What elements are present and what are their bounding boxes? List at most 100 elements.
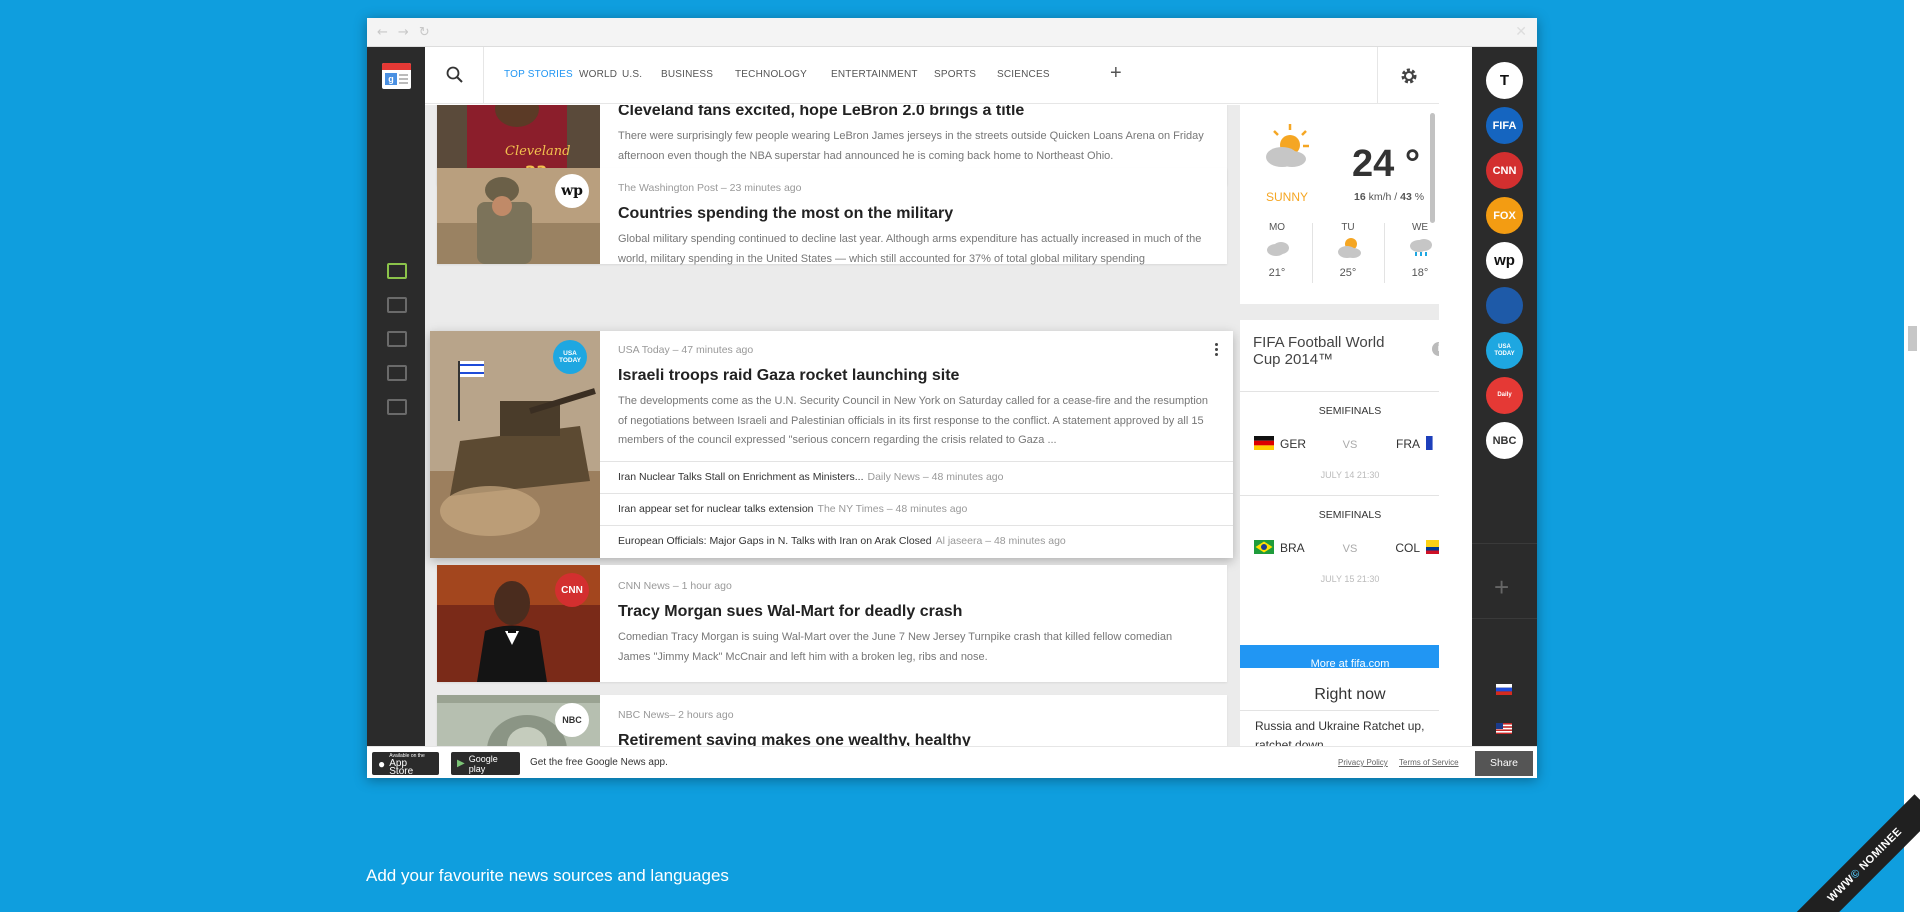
fox-icon[interactable]: FOX xyxy=(1486,197,1523,234)
google-play-button[interactable]: ▶ Google play xyxy=(451,752,520,775)
tab-business[interactable]: BUSINESS xyxy=(661,69,713,80)
widget-title: FIFA Football World Cup 2014™ xyxy=(1253,334,1385,368)
close-icon[interactable]: ✕ xyxy=(1515,24,1527,40)
promo-heading: Add your favourite news sources and lang… xyxy=(366,866,729,885)
match-card[interactable]: SEMIFINALS GER VS FRA JULY 14 21:30 xyxy=(1240,391,1439,495)
tab-top-stories[interactable]: TOP STORIES xyxy=(504,69,573,80)
comments-view-icon[interactable] xyxy=(387,365,407,381)
nominee-ribbon[interactable]: WWW© NOMINEE xyxy=(1794,794,1920,912)
tab-sports[interactable]: SPORTS xyxy=(934,69,976,80)
top-navigation: TOP STORIES WORLD U.S. BUSINESS TECHNOLO… xyxy=(425,47,1439,104)
related-source: Al jaseera – 48 minutes ago xyxy=(935,535,1066,547)
humidity: 43 xyxy=(1400,191,1412,203)
match-card[interactable]: SEMIFINALS BRA VS COL JULY 15 21:30 xyxy=(1240,495,1439,599)
related-story[interactable]: Iran Nuclear Talks Stall on Enrichment a… xyxy=(600,461,1233,493)
right-now-widget: Right now Russia and Ukraine Ratchet up,… xyxy=(1240,668,1439,746)
match-stage: SEMIFINALS xyxy=(1318,509,1382,521)
match-date: JULY 15 21:30 xyxy=(1320,574,1380,584)
sun-cloud-icon xyxy=(1266,124,1309,167)
nytimes-icon[interactable]: T xyxy=(1486,62,1523,99)
article-source: USA Today – 47 minutes ago xyxy=(618,344,754,356)
forecast-day: MO 21° xyxy=(1242,222,1312,279)
article-image: USA TODAY xyxy=(430,331,600,558)
temperature: 24 ° xyxy=(1352,143,1421,185)
tab-world[interactable]: WORLD xyxy=(579,69,617,80)
privacy-policy-link[interactable]: Privacy Policy xyxy=(1338,758,1388,767)
article-title[interactable]: Cleveland fans excited, hope LeBron 2.0 … xyxy=(618,105,1207,121)
share-button[interactable]: Share xyxy=(1475,751,1533,776)
washington-post-icon[interactable]: wp xyxy=(1486,242,1523,279)
related-title[interactable]: European Officials: Major Gaps in N. Tal… xyxy=(618,535,932,547)
related-story[interactable]: European Officials: Major Gaps in N. Tal… xyxy=(600,525,1233,557)
al-jazeera-icon[interactable] xyxy=(1486,287,1523,324)
nbc-icon[interactable]: NBC xyxy=(1486,422,1523,459)
article-source: NBC News– 2 hours ago xyxy=(618,709,734,721)
related-title[interactable]: Iran Nuclear Talks Stall on Enrichment a… xyxy=(618,471,863,483)
left-sidebar: g xyxy=(367,47,425,746)
forward-arrow-icon[interactable]: → xyxy=(398,25,409,40)
cnn-icon[interactable]: CNN xyxy=(1486,152,1523,189)
usa-today-icon[interactable]: USA TODAY xyxy=(1486,332,1523,369)
usa-today-badge-icon: USA TODAY xyxy=(553,340,587,374)
article-card[interactable]: CNN CNN News – 1 hour ago Tracy Morgan s… xyxy=(437,565,1227,682)
app-store-button[interactable]: ● Available on the App Store xyxy=(372,752,439,776)
sources-sidebar: + T FIFA CNN FOX wp USA TODAY Daily NBC xyxy=(1472,47,1537,746)
gear-icon xyxy=(1401,68,1417,84)
ribbon-suffix: NOMINEE xyxy=(1854,825,1905,876)
settings-button[interactable] xyxy=(1377,47,1439,104)
article-card-expanded[interactable]: USA TODAY USA Today – 47 minutes ago Isr… xyxy=(430,331,1233,558)
add-source-button[interactable]: + xyxy=(1494,572,1509,603)
tab-sciences[interactable]: SCIENCES xyxy=(997,69,1050,80)
match-stage: SEMIFINALS xyxy=(1318,405,1382,417)
article-card[interactable]: wp The Washington Post – 23 minutes ago … xyxy=(437,168,1227,265)
fifa-icon[interactable]: FIFA xyxy=(1486,107,1523,144)
add-tab-button[interactable]: + xyxy=(1110,62,1122,85)
google-news-logo: g xyxy=(382,63,411,89)
news-view-icon[interactable] xyxy=(387,263,407,279)
wind-speed: 16 xyxy=(1354,191,1366,203)
related-source: Daily News – 48 minutes ago xyxy=(867,471,1004,483)
browser-toolbar: ← → ↻ ✕ xyxy=(367,18,1537,47)
tab-entertainment[interactable]: ENTERTAINMENT xyxy=(831,69,918,80)
article-title[interactable]: Israeli troops raid Gaza rocket launchin… xyxy=(618,366,1213,386)
more-options-icon[interactable] xyxy=(1215,343,1219,358)
us-flag-icon[interactable] xyxy=(1496,723,1512,734)
match-date: JULY 14 21:30 xyxy=(1320,470,1380,480)
daily-news-icon[interactable]: Daily xyxy=(1486,377,1523,414)
apple-icon: ● xyxy=(378,756,386,771)
related-title[interactable]: Iran appear set for nuclear talks extens… xyxy=(618,503,814,515)
article-title[interactable]: Countries spending the most on the milit… xyxy=(618,204,1207,224)
cards-view-icon[interactable] xyxy=(387,297,407,313)
tab-technology[interactable]: TECHNOLOGY xyxy=(735,69,807,80)
article-title[interactable]: Tracy Morgan sues Wal-Mart for deadly cr… xyxy=(618,602,1207,622)
article-source: The Washington Post – 23 minutes ago xyxy=(618,182,802,194)
humidity-unit: % xyxy=(1414,191,1425,203)
fifa-widget: FIFA Football World Cup 2014™ i SEMIFINA… xyxy=(1240,320,1439,683)
article-image: CNN xyxy=(437,565,600,682)
footer-promo-text: Get the free Google News app. xyxy=(530,757,668,768)
page-scrollbar[interactable] xyxy=(1904,0,1920,912)
article-title[interactable]: Retirement saving makes one wealthy, hea… xyxy=(618,731,1207,746)
tab-us[interactable]: U.S. xyxy=(622,69,642,80)
search-icon[interactable] xyxy=(445,65,465,85)
away-team: FRA xyxy=(1396,437,1420,451)
article-description: Global military spending continued to de… xyxy=(618,233,1202,265)
image-view-icon[interactable] xyxy=(387,331,407,347)
article-description: Comedian Tracy Morgan is suing Wal-Mart … xyxy=(618,631,1173,663)
forecast-temp: 21° xyxy=(1268,267,1286,279)
nbc-badge-icon: NBC xyxy=(555,703,589,737)
article-card[interactable]: NBC NBC News– 2 hours ago Retirement sav… xyxy=(437,695,1227,746)
reload-icon[interactable]: ↻ xyxy=(419,25,430,40)
weather-separator: / xyxy=(1394,191,1398,203)
right-now-item[interactable]: Russia and Ukraine Ratchet up, ratchet d… xyxy=(1255,717,1435,746)
weather-condition: SUNNY xyxy=(1266,190,1309,204)
weather-widget: 24 ° SUNNY 16 km/h / 43 % MO 21° TU 25° xyxy=(1240,105,1439,304)
article-description: The developments come as the U.N. Securi… xyxy=(618,395,1209,446)
russian-flag-icon[interactable] xyxy=(1496,684,1512,695)
terms-of-service-link[interactable]: Terms of Service xyxy=(1399,758,1459,767)
forecast-day: TU 25° xyxy=(1313,222,1383,279)
profile-view-icon[interactable] xyxy=(387,399,407,415)
back-arrow-icon[interactable]: ← xyxy=(377,25,388,40)
related-story[interactable]: Iran appear set for nuclear talks extens… xyxy=(600,493,1233,525)
feed-scrollbar[interactable] xyxy=(1429,105,1437,746)
